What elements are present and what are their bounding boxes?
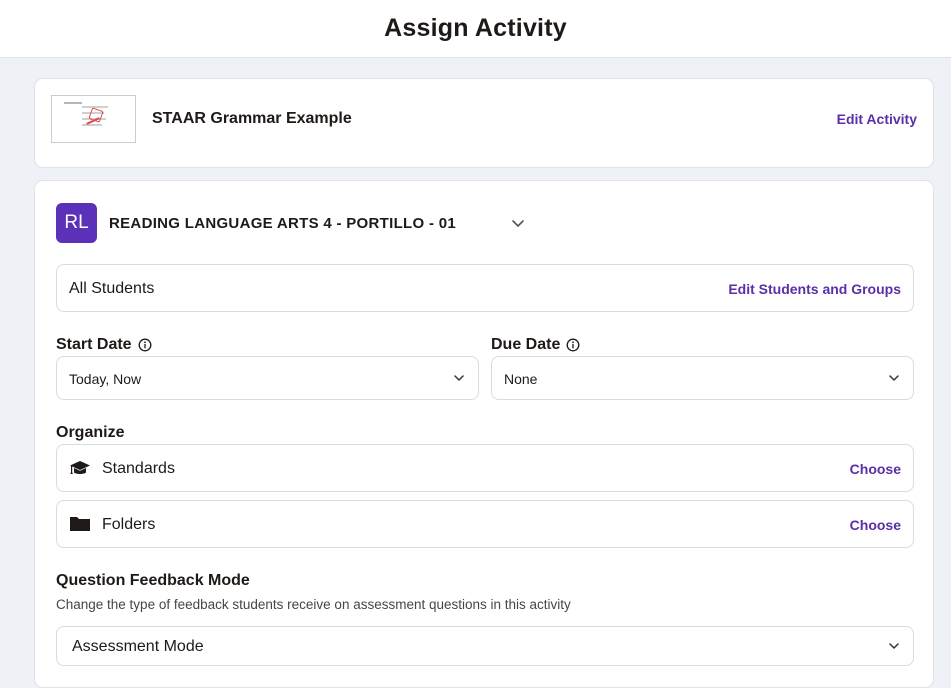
folders-label: Folders [102, 516, 156, 533]
edit-activity-link[interactable]: Edit Activity [837, 111, 917, 127]
choose-folders-button[interactable]: Choose [850, 517, 901, 533]
start-date-select[interactable]: Today, Now [56, 356, 479, 400]
class-name: READING LANGUAGE ARTS 4 - PORTILLO - 01 [109, 215, 456, 232]
activity-thumbnail [51, 95, 136, 143]
feedback-mode-description: Change the type of feedback students rec… [56, 597, 571, 612]
students-selector: All Students Edit Students and Groups [56, 264, 914, 312]
due-date-select[interactable]: None [491, 356, 914, 400]
choose-standards-button[interactable]: Choose [850, 461, 901, 477]
organize-label: Organize [56, 424, 125, 441]
chevron-down-icon [889, 375, 899, 381]
standards-row: Standards Choose [56, 444, 914, 492]
chevron-down-icon [889, 643, 899, 649]
due-date-value: None [504, 371, 538, 387]
start-date-label: Start Date [56, 336, 152, 354]
folder-icon [70, 517, 90, 531]
students-label: All Students [69, 280, 155, 297]
info-icon[interactable] [566, 338, 580, 352]
graduation-cap-icon [70, 461, 90, 474]
start-date-value: Today, Now [69, 371, 142, 387]
class-assign-card: RL READING LANGUAGE ARTS 4 - PORTILLO - … [34, 180, 934, 688]
info-icon[interactable] [138, 338, 152, 352]
page-title: Assign Activity [384, 14, 567, 42]
activity-card: STAAR Grammar Example Edit Activity [34, 78, 934, 168]
feedback-mode-select[interactable]: Assessment Mode [56, 626, 914, 666]
due-date-label: Due Date [491, 336, 580, 354]
chevron-down-icon[interactable] [510, 215, 526, 231]
feedback-mode-value: Assessment Mode [72, 638, 204, 655]
page-header: Assign Activity [0, 0, 951, 58]
feedback-mode-label: Question Feedback Mode [56, 572, 250, 589]
chevron-down-icon [454, 375, 464, 381]
folders-row: Folders Choose [56, 500, 914, 548]
activity-title: STAAR Grammar Example [152, 110, 352, 127]
standards-label: Standards [102, 460, 175, 477]
start-date-label-text: Start Date [56, 336, 132, 353]
due-date-label-text: Due Date [491, 336, 561, 353]
class-avatar: RL [56, 203, 97, 243]
edit-students-link[interactable]: Edit Students and Groups [728, 281, 901, 297]
